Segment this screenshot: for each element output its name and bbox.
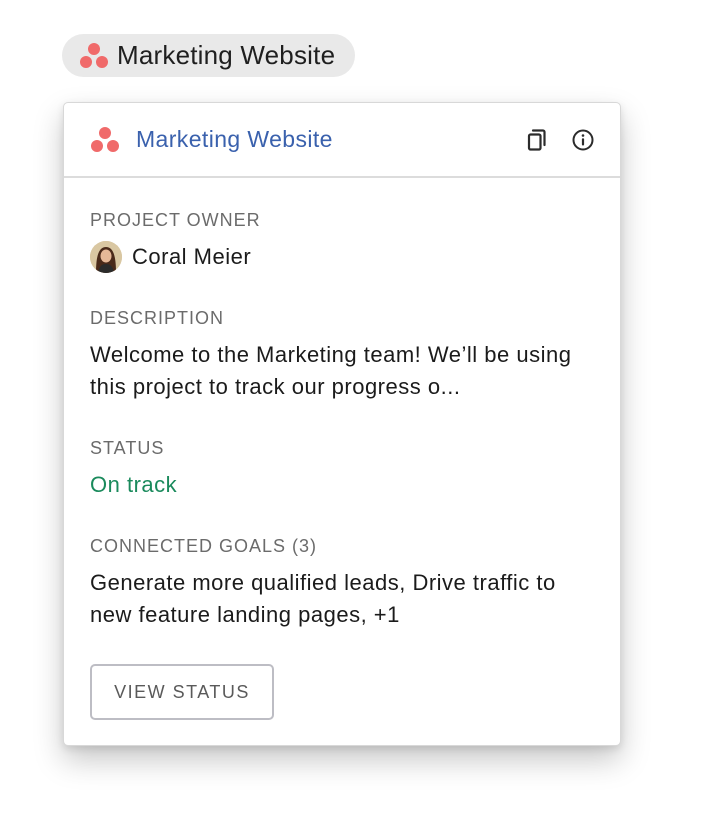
owner-name: Coral Meier	[132, 244, 252, 269]
project-chip[interactable]: Marketing Website	[62, 34, 356, 77]
copy-icon[interactable]	[524, 127, 550, 153]
project-hover-card: Marketing Website PROJECT OWNER Coral Me…	[63, 102, 621, 746]
header-actions	[524, 127, 596, 153]
asana-logo-icon	[80, 42, 109, 69]
connected-goals-label: CONNECTED GOALS (3)	[90, 536, 318, 556]
project-title-link[interactable]: Marketing Website	[136, 126, 333, 153]
project-chip-label: Marketing Website	[117, 40, 336, 70]
description-label: DESCRIPTION	[90, 308, 225, 328]
avatar	[90, 241, 122, 273]
view-status-button[interactable]: VIEW STATUS	[90, 664, 274, 720]
description-text: Welcome to the Marketing team! We’ll be …	[90, 342, 572, 399]
project-owner-label: PROJECT OWNER	[90, 210, 261, 230]
card-header: Marketing Website	[64, 103, 620, 178]
status-label: STATUS	[90, 438, 165, 458]
connected-goals-text: Generate more qualified leads, Drive tra…	[90, 570, 556, 627]
status-value: On track	[90, 472, 178, 497]
info-icon[interactable]	[570, 127, 596, 153]
asana-logo-icon	[91, 126, 120, 153]
project-owner[interactable]: Coral Meier	[90, 241, 251, 273]
